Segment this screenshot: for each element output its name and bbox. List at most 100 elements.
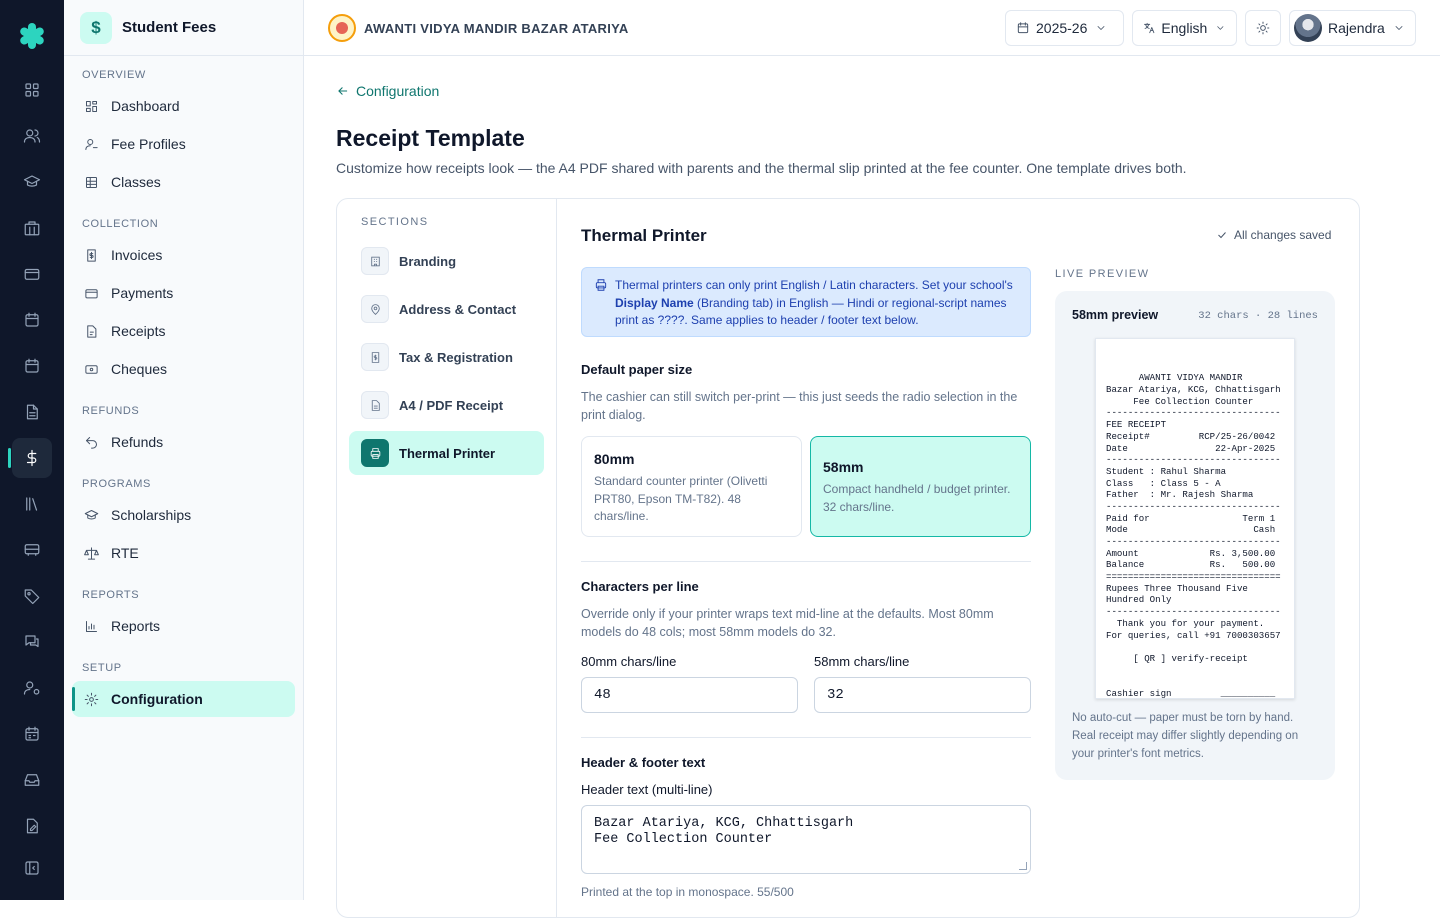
building-icon bbox=[361, 247, 389, 275]
bus-icon[interactable] bbox=[12, 530, 52, 570]
language-value: English bbox=[1161, 20, 1208, 36]
chevron-down-icon bbox=[1395, 26, 1403, 30]
graduation-cap-icon[interactable] bbox=[12, 162, 52, 202]
info-banner: Thermal printers can only print English … bbox=[581, 267, 1031, 337]
paper-option-80mm[interactable]: 80mm Standard counter printer (Olivetti … bbox=[581, 436, 802, 537]
section-item-thermal[interactable]: Thermal Printer bbox=[349, 431, 544, 475]
arrow-left-icon bbox=[338, 87, 348, 95]
inbox-icon[interactable] bbox=[12, 760, 52, 800]
chars-58-label: 58mm chars/line bbox=[814, 654, 910, 669]
receipt-line bbox=[1106, 676, 1284, 688]
sidebar-item-cheques[interactable]: Cheques bbox=[72, 351, 295, 387]
users-icon[interactable] bbox=[12, 116, 52, 156]
graduation-cap-icon bbox=[84, 509, 99, 519]
receipt-line: -------------------------------- bbox=[1106, 536, 1281, 548]
undo-icon bbox=[86, 436, 97, 449]
paper-option-58mm[interactable]: 58mm Compact handheld / budget printer. … bbox=[810, 436, 1031, 537]
sidebar-item-rte[interactable]: RTE bbox=[72, 535, 295, 571]
chars-58-input[interactable]: 32 bbox=[814, 677, 1031, 713]
sidebar-item-fee-profiles[interactable]: Fee Profiles bbox=[72, 126, 295, 162]
avatar bbox=[1294, 14, 1322, 42]
sidebar-item-invoices[interactable]: Invoices bbox=[72, 237, 295, 273]
user-menu[interactable]: Rajendra bbox=[1289, 10, 1416, 46]
receipt-line: Thank you for your payment. bbox=[1106, 617, 1265, 629]
sidebar-item-label: Payments bbox=[111, 285, 174, 301]
section-item-a4[interactable]: A4 / PDF Receipt bbox=[349, 383, 544, 427]
sidebar-item-dashboard[interactable]: Dashboard bbox=[72, 88, 295, 124]
sidebar-item-label: Scholarships bbox=[111, 507, 192, 523]
dollar-icon[interactable] bbox=[8, 438, 52, 478]
chevron-down-icon bbox=[1217, 26, 1224, 30]
page-description: Customize how receipts look — the A4 PDF… bbox=[336, 160, 1187, 176]
sidebar-item-refunds[interactable]: Refunds bbox=[72, 424, 295, 460]
receipt-line: Student : Rahul Sharma bbox=[1106, 465, 1227, 477]
info-text-bold: Display Name bbox=[615, 295, 694, 310]
calendar-icon[interactable] bbox=[12, 300, 52, 340]
chars-80-input[interactable]: 48 bbox=[581, 677, 798, 713]
divider bbox=[581, 737, 1031, 738]
fees-dollar-icon: $ bbox=[80, 11, 112, 44]
sidebar-item-receipts[interactable]: Receipts bbox=[72, 313, 295, 349]
library-icon[interactable] bbox=[12, 484, 52, 524]
section-heading: Thermal Printer bbox=[581, 226, 707, 245]
paper-size-help: The cashier can still switch per-print —… bbox=[581, 390, 1018, 422]
section-item-label: Thermal Printer bbox=[399, 445, 496, 461]
paper-option-desc: Compact handheld / budget printer. 32 ch… bbox=[823, 482, 1011, 514]
section-item-address[interactable]: Address & Contact bbox=[349, 287, 544, 331]
chat-icon[interactable] bbox=[12, 622, 52, 662]
card-icon[interactable] bbox=[12, 254, 52, 294]
chars-per-line-label: Characters per line bbox=[581, 579, 699, 594]
schedule-icon[interactable] bbox=[12, 714, 52, 754]
receipt-line: Receipt# RCP/25-26/0042 bbox=[1106, 430, 1276, 442]
user-settings-icon[interactable] bbox=[12, 668, 52, 708]
paper-option-title: 80mm bbox=[594, 451, 635, 467]
sidebar-item-configuration[interactable]: Configuration bbox=[72, 681, 295, 717]
building-icon[interactable] bbox=[12, 208, 52, 248]
app-logo-icon[interactable] bbox=[16, 20, 48, 52]
chars-80-label: 80mm chars/line bbox=[581, 654, 677, 669]
calendar-check-icon[interactable] bbox=[12, 346, 52, 386]
tag-icon[interactable] bbox=[12, 576, 52, 616]
cheque-icon bbox=[85, 364, 98, 374]
sidebar-item-label: RTE bbox=[111, 545, 139, 561]
main-content: Configuration Receipt Template Customize… bbox=[304, 56, 1440, 918]
theme-toggle-button[interactable] bbox=[1245, 10, 1281, 46]
printer-icon bbox=[361, 439, 389, 467]
sidebar-item-classes[interactable]: Classes bbox=[72, 164, 295, 200]
language-select[interactable]: English bbox=[1132, 10, 1237, 46]
map-pin-icon bbox=[361, 295, 389, 323]
file-edit-icon[interactable] bbox=[12, 806, 52, 846]
apps-icon[interactable] bbox=[12, 70, 52, 110]
receipt-line: -------------------------------- bbox=[1106, 454, 1281, 466]
tax-document-icon bbox=[361, 343, 389, 371]
receipt-line: Fee Collection Counter bbox=[1106, 395, 1254, 407]
receipt-line: Paid for Term 1 bbox=[1106, 512, 1276, 524]
save-status: All changes saved bbox=[1216, 228, 1331, 242]
header-text-input[interactable]: Bazar Atariya, KCG, Chhattisgarh Fee Col… bbox=[581, 805, 1031, 874]
sidebar-item-scholarships[interactable]: Scholarships bbox=[72, 497, 295, 533]
header-text-label: Header text (multi-line) bbox=[581, 782, 713, 797]
section-item-label: A4 / PDF Receipt bbox=[399, 397, 504, 413]
receipt-line: -------------------------------- bbox=[1106, 407, 1281, 419]
check-icon bbox=[1218, 232, 1226, 239]
back-link[interactable]: Configuration bbox=[336, 83, 439, 99]
info-text-start: Thermal printers can only print English … bbox=[615, 278, 1013, 292]
section-item-branding[interactable]: Branding bbox=[349, 239, 544, 283]
document-icon[interactable] bbox=[12, 392, 52, 432]
section-label-reports: REPORTS bbox=[82, 589, 140, 601]
sidebar-item-payments[interactable]: Payments bbox=[72, 275, 295, 311]
paper-size-label: Default paper size bbox=[581, 362, 693, 377]
sidebar-item-label: Classes bbox=[111, 174, 161, 190]
section-item-tax[interactable]: Tax & Registration bbox=[349, 335, 544, 379]
paper-option-title: 58mm bbox=[823, 459, 864, 475]
printer-icon bbox=[595, 279, 607, 291]
sidebar-item-label: Dashboard bbox=[111, 98, 180, 114]
file-text-icon bbox=[361, 391, 389, 419]
resize-handle-icon[interactable] bbox=[1019, 862, 1027, 870]
dashboard-icon bbox=[86, 100, 97, 112]
school-name: AWANTI VIDYA MANDIR BAZAR ATARIYA bbox=[364, 20, 629, 36]
sidebar-item-reports[interactable]: Reports bbox=[72, 608, 295, 644]
academic-year-select[interactable]: 2025-26 bbox=[1005, 10, 1124, 46]
section-label-programs: PROGRAMS bbox=[82, 478, 151, 490]
collapse-sidebar-icon[interactable] bbox=[12, 848, 52, 888]
